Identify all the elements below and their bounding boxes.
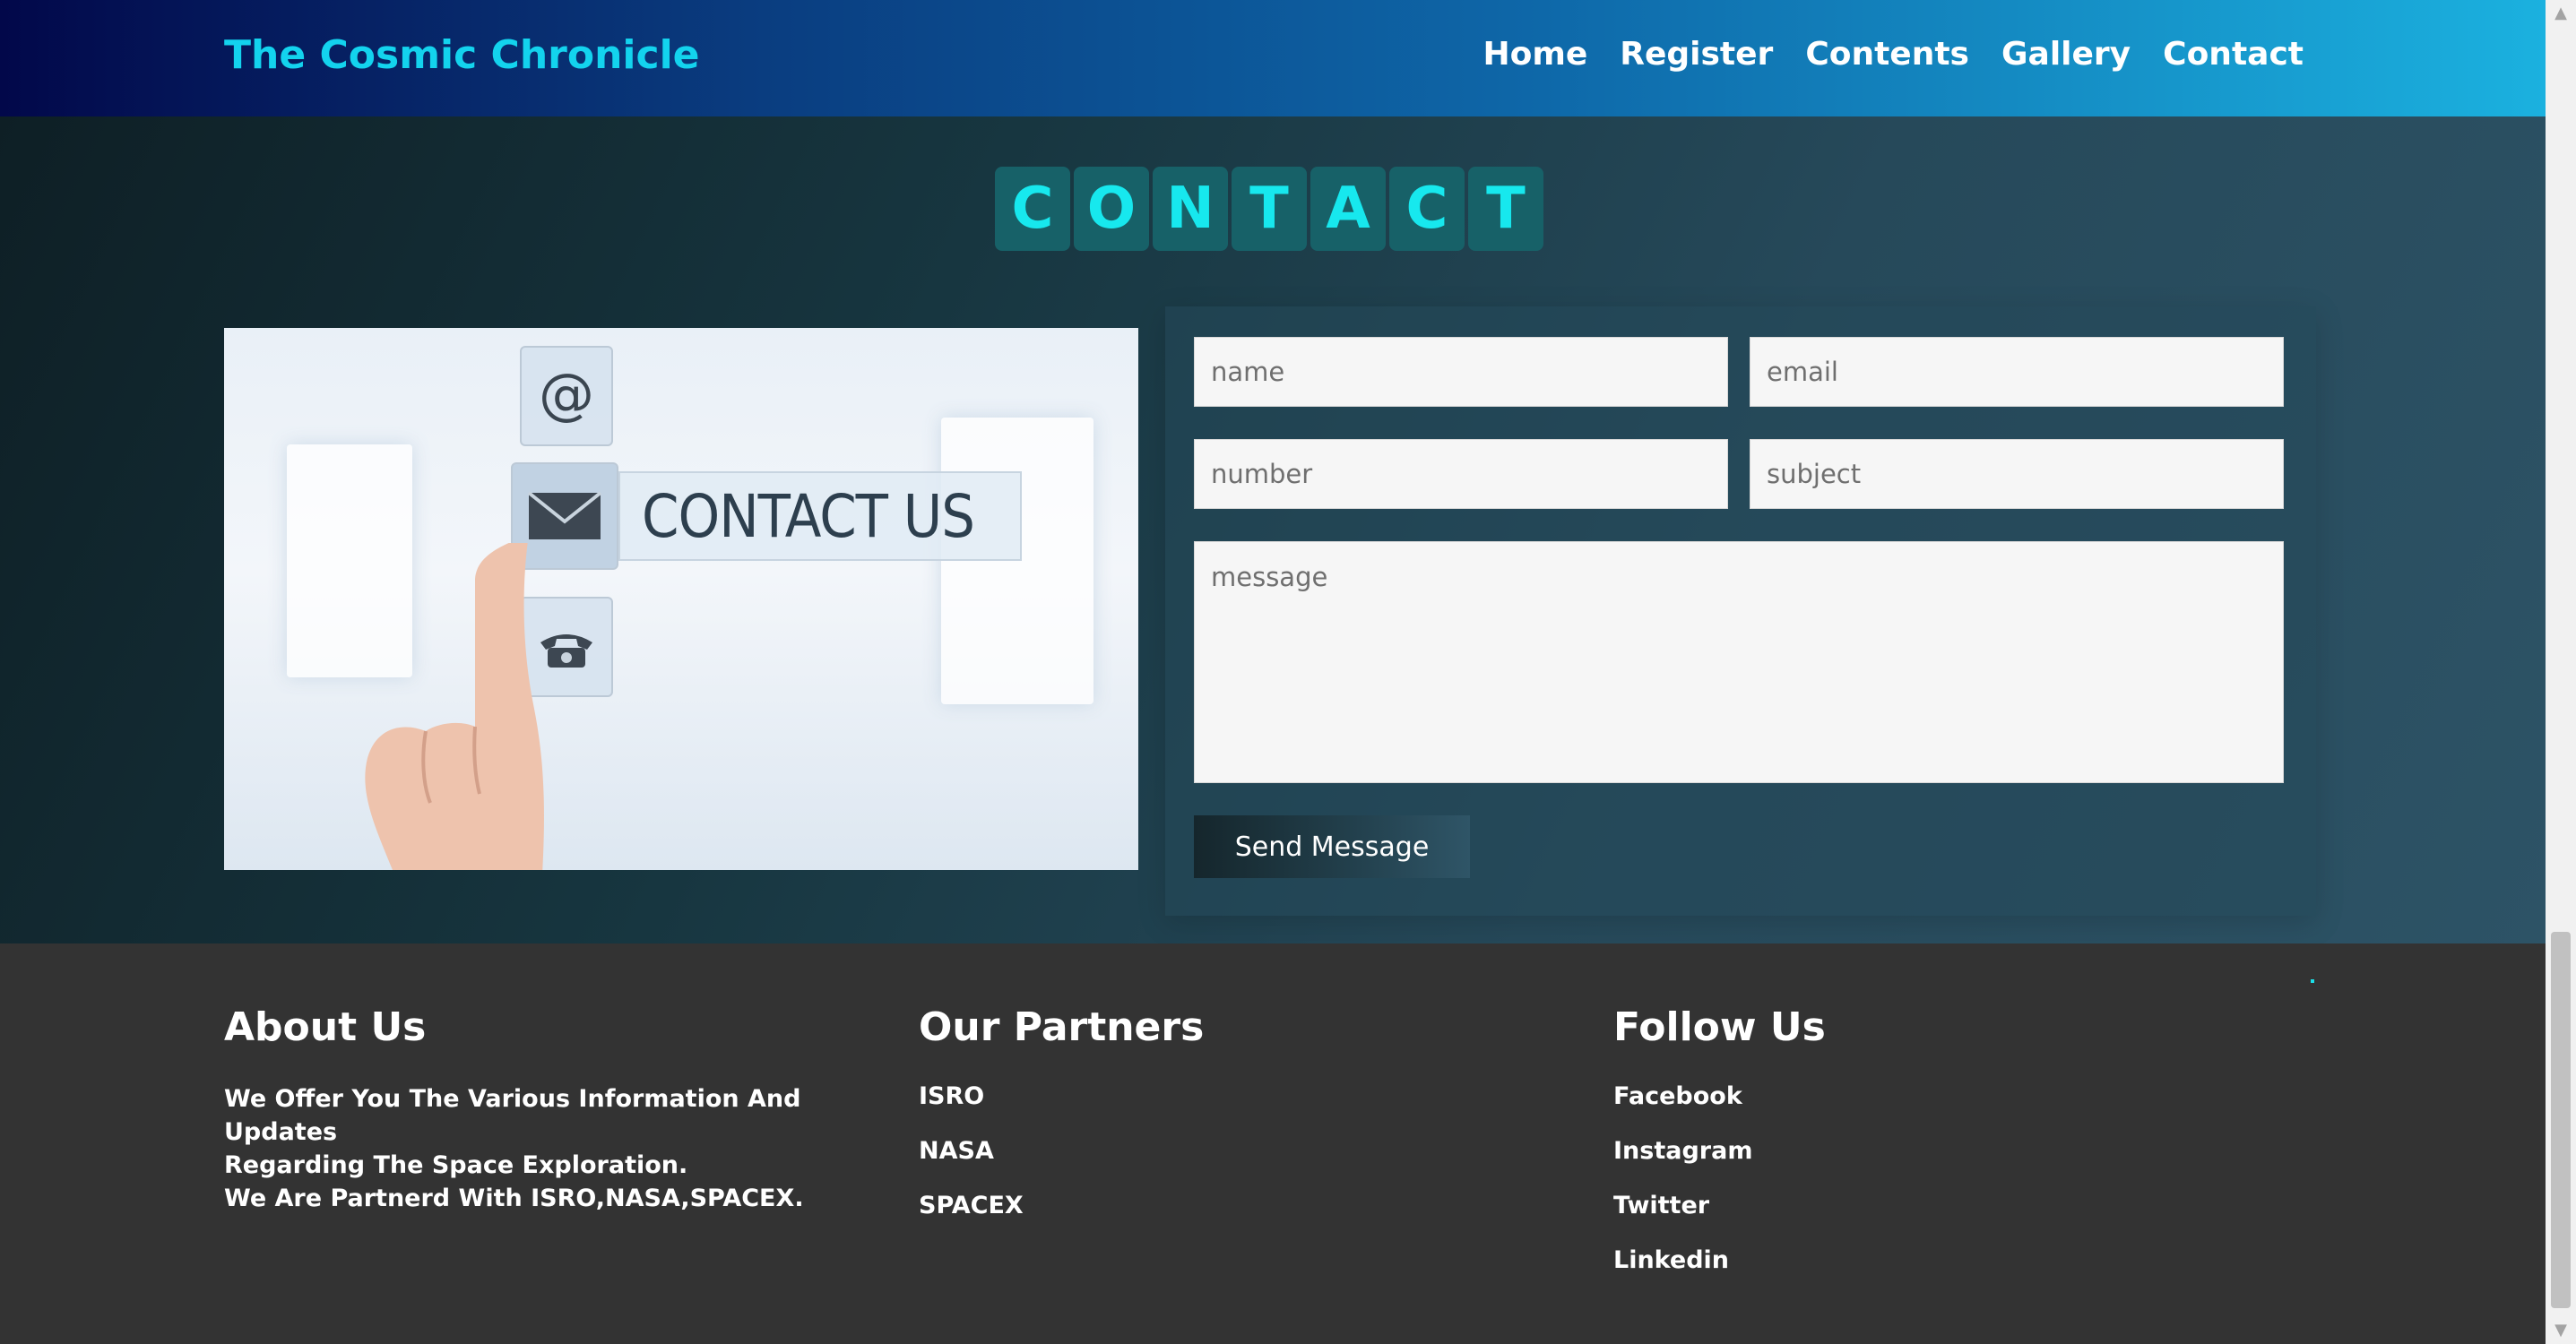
nav-register[interactable]: Register [1620,36,1773,73]
subject-input[interactable] [1750,439,2284,509]
vertical-scrollbar[interactable]: ▲ ▼ [2546,0,2576,1344]
email-input[interactable] [1750,337,2284,407]
main-nav: Home Register Contents Gallery Contact [1482,36,2304,73]
follow-us-title: Follow Us [1613,1004,1826,1050]
social-link-instagram[interactable]: Instagram [1613,1137,1826,1165]
nav-home[interactable]: Home [1482,36,1587,73]
site-footer: About Us We Offer You The Various Inform… [0,943,2546,1344]
heading-letter: T [1468,167,1543,251]
scroll-up-arrow-icon[interactable]: ▲ [2546,0,2576,27]
social-link-facebook[interactable]: Facebook [1613,1082,1826,1110]
partners-title: Our Partners [919,1004,1205,1050]
heading-letter: C [995,167,1070,251]
svg-text:@: @ [539,365,594,426]
background-window [941,418,1094,704]
contact-us-image: @ CONTACT US [224,328,1138,870]
at-sign-icon: @ [520,346,613,446]
decorative-dot [2311,979,2314,983]
about-line: Regarding The Space Exploration. [224,1151,688,1179]
follow-us-column: Follow Us Facebook Instagram Twitter Lin… [1613,1004,1826,1301]
social-links: Facebook Instagram Twitter Linkedin [1613,1082,1826,1274]
name-input[interactable] [1194,337,1728,407]
send-message-button[interactable]: Send Message [1194,815,1470,878]
about-line: We Offer You The Various Information And… [224,1085,801,1146]
message-textarea[interactable] [1194,541,2284,783]
contact-heading: C O N T A C T [995,167,1543,251]
partner-link-isro[interactable]: ISRO [919,1082,1204,1110]
browser-viewport: The Cosmic Chronicle Home Register Conte… [0,0,2546,1344]
about-line: We Are Partnerd With ISRO,NASA,SPACEX. [224,1185,804,1212]
heading-letter: T [1232,167,1307,251]
contact-us-label: CONTACT US [618,471,1022,561]
scroll-down-arrow-icon[interactable]: ▼ [2546,1317,2576,1344]
partners-column: Our Partners ISRO NASA SPACEX [919,1004,1204,1246]
page: The Cosmic Chronicle Home Register Conte… [0,0,2576,1344]
number-input[interactable] [1194,439,1728,509]
nav-gallery[interactable]: Gallery [2001,36,2131,73]
partner-link-spacex[interactable]: SPACEX [919,1192,1204,1219]
nav-contents[interactable]: Contents [1805,36,1969,73]
site-header: The Cosmic Chronicle Home Register Conte… [0,0,2546,116]
pointing-hand-image [365,543,544,870]
heading-letter: A [1310,167,1386,251]
heading-letter: N [1153,167,1228,251]
partner-link-nasa[interactable]: NASA [919,1137,1204,1165]
social-link-twitter[interactable]: Twitter [1613,1192,1826,1219]
about-us-column: About Us We Offer You The Various Inform… [224,1004,851,1215]
about-us-title: About Us [224,1004,427,1050]
about-us-text: We Offer You The Various Information And… [224,1082,851,1215]
heading-letter: C [1389,167,1465,251]
nav-contact[interactable]: Contact [2163,36,2304,73]
partners-list: ISRO NASA SPACEX [919,1082,1204,1219]
site-brand[interactable]: The Cosmic Chronicle [224,32,700,78]
scrollbar-thumb[interactable] [2551,932,2571,1308]
heading-letter: O [1074,167,1149,251]
social-link-linkedin[interactable]: Linkedin [1613,1246,1826,1274]
